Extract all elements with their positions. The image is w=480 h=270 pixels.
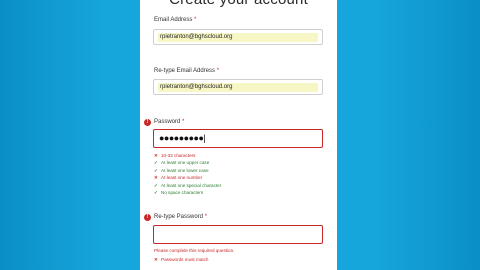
mismatch-error-message: ✕ Passwords must match	[154, 257, 209, 262]
rule-status-icon: ✓	[154, 160, 158, 166]
rule-status-icon: ✓	[154, 167, 158, 173]
retype-email-label: Re-type Email Address *	[154, 68, 220, 74]
mismatch-x-icon: ✕	[154, 257, 158, 262]
rule-status-icon: ✓	[154, 182, 158, 188]
required-error-message: Please complete this required question.	[154, 248, 235, 253]
retype-password-label: Re-type Password *	[154, 214, 208, 220]
rule-status-icon: ✕	[154, 175, 158, 181]
password-error-icon: !	[144, 119, 151, 126]
password-rule: ✓ At least one upper case	[154, 160, 210, 166]
retype-email-value: rpietranton@bghscloud.org	[158, 83, 318, 92]
password-rule: ✕ At least one number	[154, 175, 203, 181]
signup-panel: Create your account Email Address * rpie…	[140, 0, 337, 270]
password-value: ●●●●●●●●●|	[159, 133, 206, 143]
password-label: Password *	[154, 119, 185, 125]
retype-email-field[interactable]: rpietranton@bghscloud.org	[153, 79, 323, 95]
email-label: Email Address *	[154, 17, 197, 23]
rule-status-icon: ✕	[154, 153, 158, 158]
password-field[interactable]: ●●●●●●●●●|	[153, 129, 323, 148]
password-rules-list: ✕ 10-32 characters ✓ At least one upper ca…	[154, 152, 221, 196]
email-value: rpietranton@bghscloud.org	[158, 33, 318, 42]
password-rule: ✓ At least one lower case	[154, 167, 209, 173]
page-title: Create your account	[140, 0, 337, 8]
password-rule: ✓ No space characters	[154, 190, 204, 196]
retype-password-error-icon: !	[144, 214, 151, 221]
rule-status-icon: ✓	[154, 190, 158, 196]
retype-password-field[interactable]	[153, 225, 323, 244]
password-rule: ✓ At least one special character	[154, 182, 222, 188]
password-rule: ✕ 10-32 characters	[154, 153, 196, 158]
email-field[interactable]: rpietranton@bghscloud.org	[153, 29, 323, 45]
